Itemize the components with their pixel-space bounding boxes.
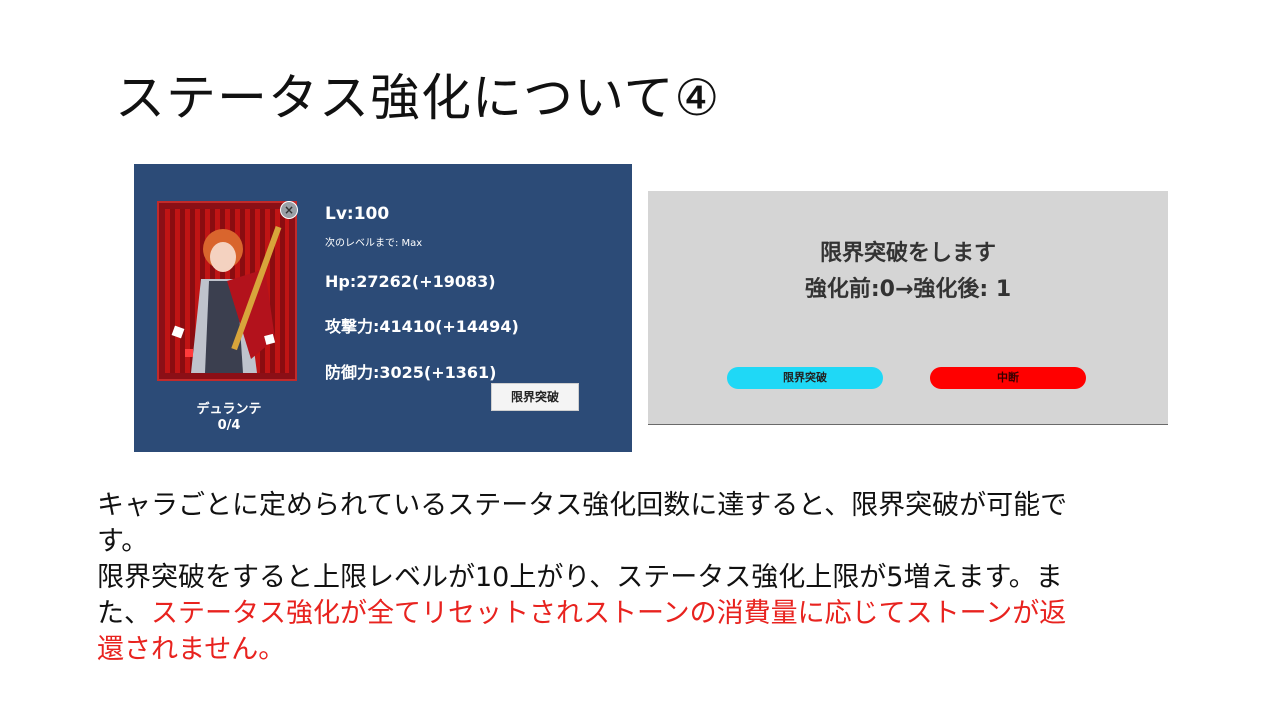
close-icon[interactable]: × bbox=[280, 201, 298, 219]
explanation-text: キャラごとに定められているステータス強化回数に達すると、限界突破が可能です。 限… bbox=[97, 488, 1087, 668]
defense-stat: 防御力:3025(+1361) bbox=[325, 363, 497, 382]
confirm-limit-break-button[interactable]: 限界突破 bbox=[727, 367, 883, 389]
slide-title: ステータス強化について④ bbox=[115, 69, 721, 127]
hp-stat: Hp:27262(+19083) bbox=[325, 272, 496, 291]
character-card[interactable] bbox=[157, 201, 297, 381]
next-level-text: 次のレベルまで: Max bbox=[325, 238, 423, 249]
dialog-change-text: 強化前:0→強化後: 1 bbox=[804, 277, 1012, 302]
level-text: Lv:100 bbox=[325, 204, 390, 224]
character-limit-count: 0/4 bbox=[217, 418, 241, 433]
cancel-button[interactable]: 中断 bbox=[930, 367, 1086, 389]
explanation-para-1: キャラごとに定められているステータス強化回数に達すると、限界突破が可能です。 bbox=[97, 490, 1068, 557]
attack-stat: 攻撃力:41410(+14494) bbox=[325, 317, 519, 336]
character-portrait bbox=[165, 209, 289, 373]
dialog-message: 限界突破をします bbox=[819, 241, 996, 266]
limit-break-dialog: 限界突破をします 強化前:0→強化後: 1 限界突破 中断 bbox=[648, 191, 1168, 425]
character-illustration bbox=[171, 225, 282, 373]
explanation-warning: ステータス強化が全てリセットされストーンの消費量に応じてストーンが返還されません… bbox=[97, 598, 1067, 665]
character-name: デュランテ bbox=[196, 402, 262, 417]
character-status-panel: × Lv:100 次のレベルまで: Max Hp:27262(+19083) 攻… bbox=[134, 164, 632, 452]
limit-break-button[interactable]: 限界突破 bbox=[491, 383, 579, 411]
